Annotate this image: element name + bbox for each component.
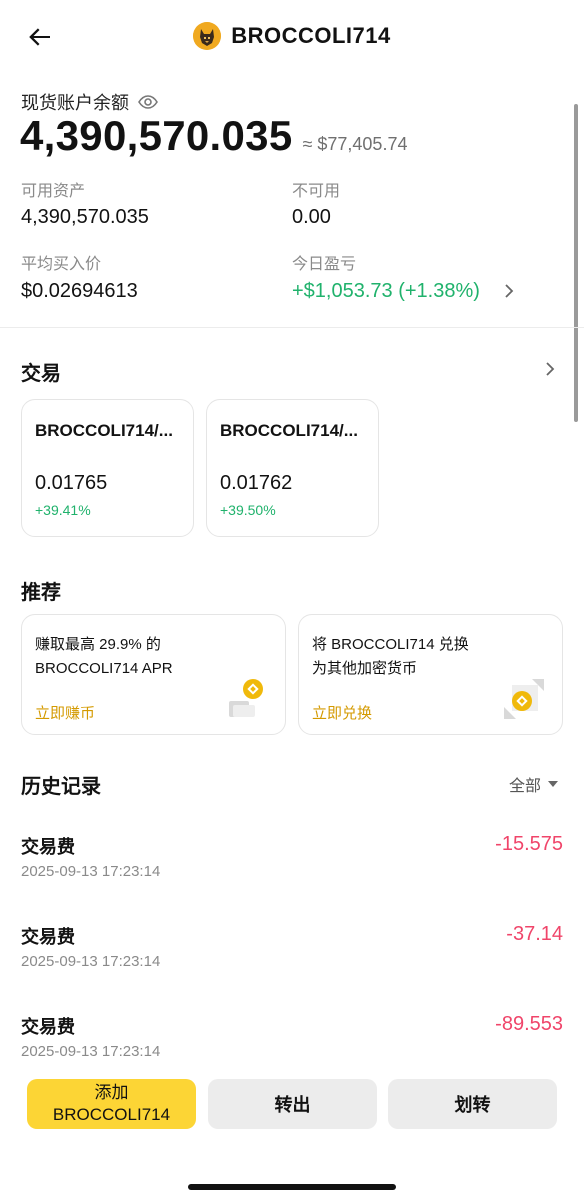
balance-usd: ≈ $77,405.74 <box>302 134 408 154</box>
history-filter-dropdown[interactable]: 全部 <box>509 772 559 796</box>
history-date: 2025-09-13 17:23:14 <box>21 863 161 880</box>
convert-coin-icon <box>502 677 546 721</box>
today-pnl-label: 今日盈亏 <box>292 256 357 273</box>
chevron-right-icon[interactable] <box>541 360 559 378</box>
trade-pair-card[interactable]: BROCCOLI714/... 0.01765 +39.41% <box>21 399 194 537</box>
pair-price: 0.01765 <box>35 472 108 494</box>
pair-change: +39.41% <box>35 502 91 518</box>
add-coin-button[interactable]: 添加 BROCCOLI714 <box>27 1079 196 1129</box>
recommend-line: 赚取最高 29.9% 的 <box>35 636 161 653</box>
recommend-line: BROCCOLI714 APR <box>35 660 173 677</box>
history-type: 交易费 <box>21 837 75 857</box>
unavailable-label: 不可用 <box>292 183 341 200</box>
history-section-title: 历史记录 <box>21 776 101 798</box>
history-amount: -15.575 <box>495 833 563 855</box>
convert-now-link[interactable]: 立即兑换 <box>312 702 372 723</box>
history-date: 2025-09-13 17:23:14 <box>21 953 161 970</box>
recommend-line: 为其他加密货币 <box>312 660 418 677</box>
recommend-line: 将 BROCCOLI714 兑换 <box>312 636 469 653</box>
available-value: 4,390,570.035 <box>21 206 149 228</box>
pair-change: +39.50% <box>220 502 276 518</box>
home-indicator <box>188 1184 396 1190</box>
recommend-text: 将 BROCCOLI714 兑换 为其他加密货币 <box>312 633 512 681</box>
header: BROCCOLI714 <box>0 0 584 72</box>
history-row[interactable]: 交易费 2025-09-13 17:23:14 -37.14 <box>0 923 584 993</box>
history-type: 交易费 <box>21 927 75 947</box>
page-title: BROCCOLI714 <box>231 23 391 48</box>
scrollbar[interactable] <box>574 104 578 422</box>
trade-section-title: 交易 <box>21 363 61 385</box>
convert-recommend-card[interactable]: 将 BROCCOLI714 兑换 为其他加密货币 立即兑换 <box>298 614 563 735</box>
recommend-section-title: 推荐 <box>21 582 61 604</box>
pair-price: 0.01762 <box>220 472 293 494</box>
asset-detail-page: BROCCOLI714 现货账户余额 4,390,570.035 ≈ $77,4… <box>0 0 584 1200</box>
history-row[interactable]: 交易费 2025-09-13 17:23:14 -15.575 <box>0 833 584 903</box>
eye-icon[interactable] <box>137 91 159 113</box>
balance-row: 4,390,570.035 ≈ $77,405.74 <box>20 112 407 160</box>
filter-label: 全部 <box>508 778 541 795</box>
pair-name: BROCCOLI714/... <box>220 421 358 440</box>
earn-coin-icon <box>225 677 269 721</box>
today-pnl-value[interactable]: +$1,053.73 (+1.38%) <box>292 280 480 303</box>
add-button-line: BROCCOLI714 <box>52 1105 171 1124</box>
add-button-label: 添加 BROCCOLI714 <box>53 1082 170 1126</box>
avg-price-label: 平均买入价 <box>21 256 102 273</box>
history-type: 交易费 <box>21 1017 75 1037</box>
bottom-action-bar: 添加 BROCCOLI714 转出 划转 <box>0 1058 584 1200</box>
earn-recommend-card[interactable]: 赚取最高 29.9% 的 BROCCOLI714 APR 立即赚币 <box>21 614 286 735</box>
trade-pair-card[interactable]: BROCCOLI714/... 0.01762 +39.50% <box>206 399 379 537</box>
transfer-button[interactable]: 划转 <box>388 1079 557 1129</box>
chevron-right-icon[interactable] <box>500 282 518 300</box>
unavailable-value: 0.00 <box>292 206 331 228</box>
available-label: 可用资产 <box>21 183 86 200</box>
recommend-text: 赚取最高 29.9% 的 BROCCOLI714 APR <box>35 633 235 681</box>
broccoli-dog-icon <box>193 22 222 50</box>
balance-value: 4,390,570.035 <box>20 112 293 159</box>
earn-now-link[interactable]: 立即赚币 <box>35 702 95 723</box>
history-amount: -89.553 <box>495 1013 563 1035</box>
title-wrap: BROCCOLI714 <box>0 22 584 50</box>
withdraw-button[interactable]: 转出 <box>208 1079 377 1129</box>
pair-name: BROCCOLI714/... <box>35 421 173 440</box>
history-amount: -37.14 <box>506 923 563 945</box>
divider <box>0 327 584 328</box>
add-button-line: 添加 <box>94 1083 129 1102</box>
caret-down-icon <box>548 781 558 787</box>
avg-price-value: $0.02694613 <box>21 280 138 302</box>
